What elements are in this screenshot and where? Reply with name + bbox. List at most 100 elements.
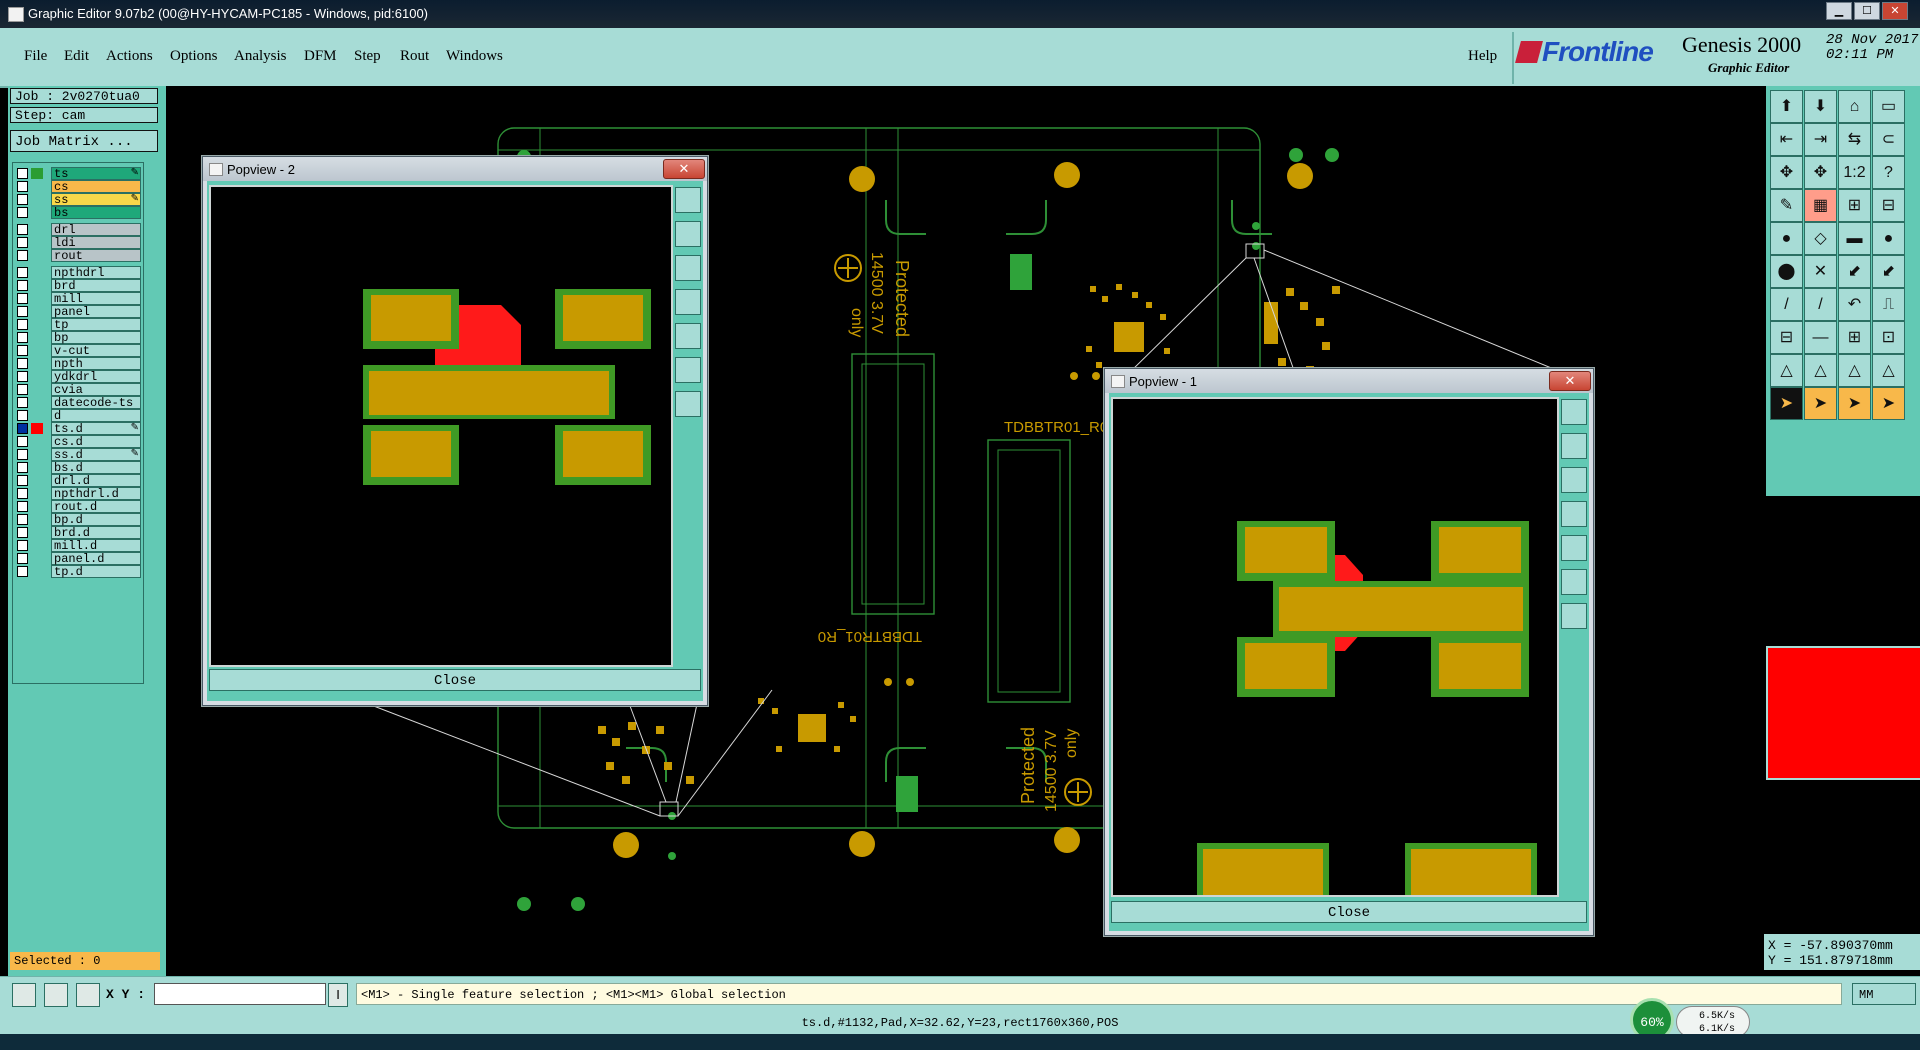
layer-checkbox[interactable] [17,553,28,564]
layer-row[interactable]: tp [13,318,143,332]
menu-windows[interactable]: Windows [446,48,503,65]
layer-row[interactable]: panel [13,305,143,319]
layer-checkbox[interactable] [17,540,28,551]
layer-checkbox[interactable] [17,280,28,291]
zoom-out-icon[interactable] [1561,603,1587,629]
step-right-icon[interactable]: ⇥ [1804,123,1837,156]
shape-icon[interactable]: ⎍ [1872,288,1905,321]
layer-row[interactable]: npthdrl.d [13,487,143,501]
layer-row[interactable]: bp [13,331,143,345]
arc-icon[interactable]: ↶ [1838,288,1871,321]
layer-checkbox[interactable] [17,384,28,395]
zoom-fit-icon[interactable] [675,187,701,213]
layer-row[interactable]: brd [13,279,143,293]
layer-row[interactable]: drl [13,223,143,237]
pan-up-icon[interactable] [1561,433,1587,459]
zoom-fit-icon[interactable] [1561,399,1587,425]
pointer-alt2-icon[interactable]: ➤ [1872,387,1905,420]
menu-edit[interactable]: Edit [64,48,89,65]
matrix-icon[interactable]: ⊞ [1838,189,1871,222]
pan-left-icon[interactable] [1561,501,1587,527]
select-mode-icon[interactable] [12,983,36,1007]
layer-row[interactable]: d [13,409,143,423]
draw-icon[interactable]: ✎ [1770,189,1803,222]
menu-options[interactable]: Options [170,48,218,65]
triangle-red-icon[interactable]: △ [1804,354,1837,387]
layer-row[interactable]: ts.d ✎ [13,422,143,436]
connect-alt-icon[interactable]: ⬋ [1872,255,1905,288]
popview-2-zoom-view[interactable] [209,185,673,667]
layer-row[interactable]: npth [13,357,143,371]
layer-checkbox[interactable] [17,168,28,179]
layer-row[interactable]: bs [13,206,143,220]
menu-rout[interactable]: Rout [400,48,429,65]
popview-2-close-button[interactable]: Close [209,669,701,691]
line-icon[interactable]: ◇ [1804,222,1837,255]
units-dropdown[interactable]: MM [1852,983,1916,1005]
layer-checkbox[interactable] [17,194,28,205]
scale-icon[interactable]: 1:2 [1838,156,1871,189]
delete-icon[interactable]: ✕ [1804,255,1837,288]
layer-row[interactable]: bs.d [13,461,143,475]
zoom-in-icon[interactable] [675,357,701,383]
triangle-alt2-icon[interactable]: △ [1872,354,1905,387]
layer-checkbox[interactable] [17,237,28,248]
pan-right-icon[interactable] [1561,535,1587,561]
cursor-icon[interactable]: I [328,983,348,1007]
layer-row[interactable]: ts ✎ [13,167,143,181]
layer-checkbox[interactable] [17,488,28,499]
layer-row[interactable]: cs.d [13,435,143,449]
pan-down-icon[interactable] [675,255,701,281]
layer-row[interactable]: drl.d [13,474,143,488]
menu-actions[interactable]: Actions [106,48,153,65]
zoom-in-icon[interactable] [1561,569,1587,595]
layer-checkbox[interactable] [17,358,28,369]
close-window-button[interactable]: ✕ [1882,2,1908,20]
matrix-alt-icon[interactable]: ⊟ [1872,189,1905,222]
pan-icon[interactable]: ✥ [1770,156,1803,189]
zoom-out-icon[interactable] [675,391,701,417]
layer-checkbox[interactable] [17,566,28,577]
home-icon[interactable]: ⌂ [1838,90,1871,123]
maximize-button[interactable]: ☐ [1854,2,1880,20]
line-alt-icon[interactable]: / [1804,288,1837,321]
menu-step[interactable]: Step [354,48,381,65]
layer-checkbox[interactable] [17,514,28,525]
layer-checkbox[interactable] [17,181,28,192]
pointer-orange-icon[interactable]: ➤ [1804,387,1837,420]
layer-row[interactable]: mill [13,292,143,306]
layer-row[interactable]: mill.d [13,539,143,553]
layer-row[interactable]: bp.d [13,513,143,527]
layer-row[interactable]: brd.d [13,526,143,540]
frame-alt-icon[interactable]: ⊡ [1872,321,1905,354]
swap-icon[interactable]: ⇆ [1838,123,1871,156]
layer-checkbox[interactable] [17,345,28,356]
triangle-alt-icon[interactable]: △ [1838,354,1871,387]
pointer-icon[interactable]: ➤ [1770,387,1803,420]
layer-row[interactable]: cs [13,180,143,194]
menu-help[interactable]: Help [1468,48,1497,65]
layer-row[interactable]: npthdrl [13,266,143,280]
layer-row[interactable]: rout.d [13,500,143,514]
layer-checkbox[interactable] [17,267,28,278]
layer-checkbox[interactable] [17,293,28,304]
move-up-icon[interactable]: ⬆ [1770,90,1803,123]
layer-checkbox[interactable] [17,224,28,235]
window-icon[interactable]: ▭ [1872,90,1905,123]
job-matrix-button[interactable]: Job Matrix ... [10,130,158,152]
pan-all-icon[interactable]: ✥ [1804,156,1837,189]
layer-checkbox[interactable] [17,397,28,408]
layer-checkbox[interactable] [17,501,28,512]
layer-checkbox[interactable] [17,319,28,330]
menu-dfm[interactable]: DFM [304,48,337,65]
snap-grid-icon[interactable] [76,983,100,1007]
dot-icon[interactable]: ● [1872,222,1905,255]
layer-checkbox[interactable] [17,436,28,447]
layer-checkbox[interactable] [17,449,28,460]
layer-checkbox[interactable] [17,207,28,218]
layer-checkbox[interactable] [17,306,28,317]
measure-icon[interactable] [44,983,68,1007]
layer-row[interactable]: v-cut [13,344,143,358]
dash-icon[interactable]: — [1804,321,1837,354]
pan-down-icon[interactable] [1561,467,1587,493]
